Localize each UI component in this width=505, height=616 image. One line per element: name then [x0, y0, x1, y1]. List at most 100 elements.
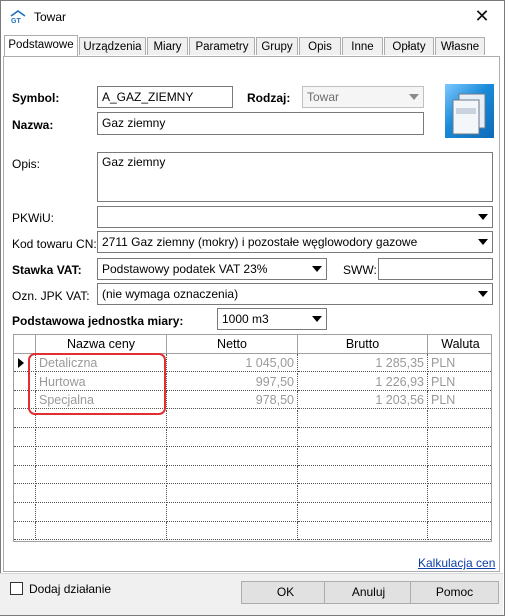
row-indicator: [14, 428, 36, 447]
empty-table-row[interactable]: [14, 447, 491, 466]
col-netto[interactable]: Netto: [167, 335, 298, 353]
cell-name[interactable]: [36, 466, 167, 485]
nazwa-label: Nazwa:: [12, 118, 54, 132]
kod-cn-label: Kod towaru CN:: [12, 237, 97, 251]
tab-podstawowe[interactable]: Podstawowe: [4, 35, 78, 56]
rodzaj-value: Towar: [307, 90, 340, 104]
tab-urzadzenia[interactable]: Urządzenia: [79, 37, 146, 55]
cell-netto[interactable]: 978,50: [167, 391, 298, 410]
cell-name[interactable]: [36, 428, 167, 447]
col-brutto[interactable]: Brutto: [298, 335, 428, 353]
chevron-down-icon[interactable]: [474, 232, 492, 252]
cell-waluta[interactable]: [428, 485, 491, 503]
cell-waluta[interactable]: PLN: [428, 373, 491, 391]
chevron-down-icon[interactable]: [474, 284, 492, 304]
tab-wlasne[interactable]: Własne: [435, 37, 485, 55]
tab-parametry[interactable]: Parametry: [189, 37, 255, 55]
jpk-label: Ozn. JPK VAT:: [12, 289, 90, 303]
cell-waluta[interactable]: [428, 429, 491, 447]
row-indicator: [14, 522, 36, 541]
cell-brutto[interactable]: [298, 428, 428, 447]
dodaj-dzialanie-checkbox[interactable]: [10, 582, 23, 595]
app-icon: GT: [10, 10, 26, 24]
tab-inne[interactable]: Inne: [342, 37, 383, 55]
chevron-down-icon[interactable]: [405, 87, 423, 107]
nazwa-field[interactable]: Gaz ziemny: [97, 112, 424, 135]
vat-value: Podstawowy podatek VAT 23%: [102, 262, 268, 276]
chevron-down-icon[interactable]: [308, 309, 326, 329]
cell-name[interactable]: [36, 484, 167, 503]
cell-brutto[interactable]: 1 226,93: [298, 372, 428, 391]
cell-netto[interactable]: 997,50: [167, 372, 298, 391]
grid-corner: [14, 335, 36, 353]
col-waluta[interactable]: Waluta: [428, 335, 491, 353]
product-image[interactable]: [445, 84, 494, 138]
sww-label: SWW:: [343, 263, 377, 277]
tab-bar: Podstawowe Urządzenia Miary Parametry Gr…: [4, 35, 501, 56]
cell-netto[interactable]: [167, 503, 298, 522]
cell-brutto[interactable]: 1 203,56: [298, 391, 428, 410]
cell-waluta[interactable]: [428, 522, 491, 541]
unit-select[interactable]: 1000 m3: [217, 308, 327, 330]
cell-netto[interactable]: [167, 484, 298, 503]
cell-waluta[interactable]: [428, 504, 491, 522]
grid-header: Nazwa ceny Netto Brutto Waluta: [14, 335, 491, 354]
empty-table-row[interactable]: [14, 522, 491, 541]
cell-brutto[interactable]: [298, 410, 428, 429]
empty-table-row[interactable]: [14, 466, 491, 485]
cell-brutto[interactable]: [298, 466, 428, 485]
cell-name[interactable]: [36, 522, 167, 541]
col-nazwa-ceny[interactable]: Nazwa ceny: [36, 335, 167, 353]
cell-netto[interactable]: [167, 428, 298, 447]
kalkulacja-cen-link[interactable]: Kalkulacja cen: [418, 556, 495, 570]
symbol-field[interactable]: A_GAZ_ZIEMNY: [97, 86, 233, 108]
close-icon[interactable]: ✕: [460, 1, 504, 31]
cell-netto[interactable]: [167, 410, 298, 429]
help-button[interactable]: Pomoc: [410, 581, 499, 604]
box-icon: [452, 93, 486, 135]
row-indicator: [14, 447, 36, 466]
pkwiu-select[interactable]: [97, 206, 493, 228]
cell-brutto[interactable]: 1 285,35: [298, 354, 428, 372]
cell-waluta[interactable]: [428, 448, 491, 466]
unit-label: Podstawowa jednostka miary:: [12, 314, 184, 328]
row-indicator: [14, 503, 36, 522]
cell-waluta[interactable]: [428, 466, 491, 485]
cell-netto[interactable]: 1 045,00: [167, 354, 298, 372]
cell-waluta[interactable]: [428, 410, 491, 429]
cell-brutto[interactable]: [298, 503, 428, 522]
window-title: Towar: [34, 10, 67, 24]
cell-brutto[interactable]: [298, 447, 428, 466]
jpk-select[interactable]: (nie wymaga oznaczenia): [97, 283, 493, 305]
empty-table-row[interactable]: [14, 503, 491, 522]
tab-miary[interactable]: Miary: [147, 37, 188, 55]
title-bar: GT Towar ✕: [1, 1, 504, 33]
empty-table-row[interactable]: [14, 484, 491, 503]
cell-brutto[interactable]: [298, 522, 428, 541]
cell-netto[interactable]: [167, 466, 298, 485]
sww-field[interactable]: [378, 258, 493, 280]
vat-select[interactable]: Podstawowy podatek VAT 23%: [97, 258, 327, 280]
cell-waluta[interactable]: PLN: [428, 391, 491, 410]
tab-oplaty[interactable]: Opłaty: [384, 37, 434, 55]
tab-grupy[interactable]: Grupy: [256, 37, 298, 55]
jpk-value: (nie wymaga oznaczenia): [102, 287, 239, 301]
dodaj-dzialanie-label: Dodaj działanie: [29, 582, 112, 596]
cell-name[interactable]: [36, 503, 167, 522]
chevron-down-icon[interactable]: [474, 207, 492, 227]
empty-table-row[interactable]: [14, 428, 491, 447]
ok-button[interactable]: OK: [241, 581, 330, 604]
chevron-down-icon[interactable]: [308, 259, 326, 279]
cell-netto[interactable]: [167, 447, 298, 466]
tab-opis[interactable]: Opis: [299, 37, 341, 55]
opis-textarea[interactable]: Gaz ziemny: [97, 152, 493, 202]
cell-name[interactable]: [36, 447, 167, 466]
vat-label: Stawka VAT:: [12, 263, 82, 277]
kod-cn-select[interactable]: 2711 Gaz ziemny (mokry) i pozostałe węgl…: [97, 231, 493, 253]
cell-brutto[interactable]: [298, 484, 428, 503]
cancel-button[interactable]: Anuluj: [324, 581, 413, 604]
rodzaj-select[interactable]: Towar: [302, 86, 424, 108]
cell-netto[interactable]: [167, 522, 298, 541]
rodzaj-label: Rodzaj:: [247, 91, 291, 105]
cell-waluta[interactable]: PLN: [428, 354, 491, 372]
